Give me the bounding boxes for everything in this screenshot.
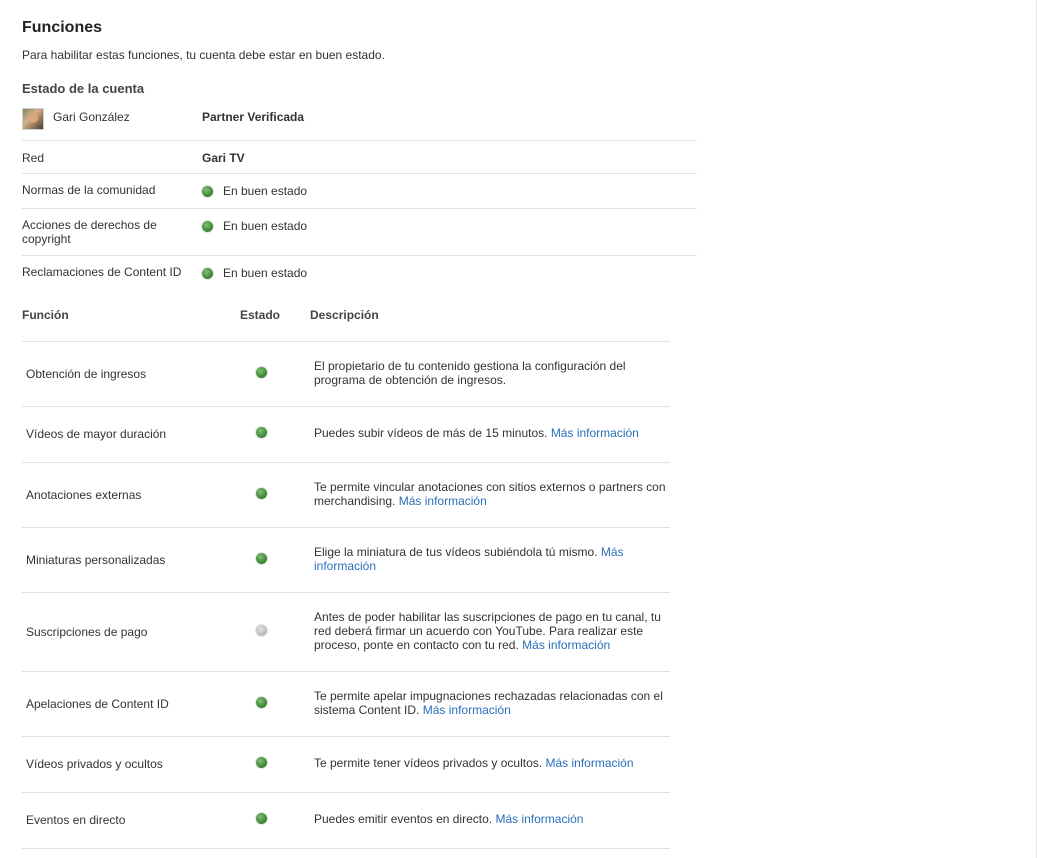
- avatar[interactable]: [22, 108, 44, 130]
- status-enabled-icon: [256, 813, 267, 824]
- feature-description-text: Puedes emitir eventos en directo.: [314, 812, 493, 826]
- feature-row: Anotaciones externas Te permite vincular …: [22, 463, 670, 528]
- column-header-description: Descripción: [310, 308, 379, 322]
- feature-row: Eventos en directo Puedes emitir eventos …: [22, 793, 670, 849]
- account-standing-row: Reclamaciones de Content ID En buen esta…: [22, 256, 697, 292]
- status-enabled-icon: [256, 488, 267, 499]
- feature-description-text: Te permite tener vídeos privados y ocult…: [314, 756, 543, 770]
- status-enabled-icon: [256, 553, 267, 564]
- community-guidelines-label: Normas de la comunidad: [22, 183, 156, 197]
- feature-row: Obtención de ingresos El propietario de t…: [22, 342, 670, 407]
- feature-description: Te permite tener vídeos privados y ocult…: [314, 756, 670, 770]
- feature-name: Anotaciones externas: [26, 488, 142, 502]
- feature-description: Antes de poder habilitar las suscripcion…: [314, 610, 670, 652]
- feature-description-text: Te permite vincular anotaciones con siti…: [314, 480, 666, 508]
- status-enabled-icon: [256, 757, 267, 768]
- status-good-icon: [202, 267, 213, 279]
- status-text: En buen estado: [223, 266, 308, 280]
- feature-description: Elige la miniatura de tus vídeos subiénd…: [314, 545, 670, 573]
- account-status-table: Gari González Partner Verificada Red Gar…: [22, 103, 697, 292]
- account-standing-row: Acciones de derechos de copyright En bue…: [22, 209, 697, 256]
- status-enabled-icon: [256, 427, 267, 438]
- more-info-link[interactable]: Más información: [522, 638, 610, 652]
- feature-description: Te permite apelar impugnaciones rechazad…: [314, 689, 670, 717]
- network-label: Red: [22, 151, 45, 165]
- feature-name: Vídeos de mayor duración: [26, 427, 167, 441]
- more-info-link[interactable]: Más información: [423, 703, 511, 717]
- network-value: Gari TV: [202, 151, 245, 165]
- status-unavailable-icon: [256, 625, 267, 636]
- more-info-link[interactable]: Más información: [545, 756, 633, 770]
- feature-row: Suscripciones de pago Antes de poder habi…: [22, 593, 670, 672]
- account-network-row: Red Gari TV: [22, 141, 697, 174]
- column-header-status: Estado: [240, 308, 281, 322]
- content-id-claims-label: Reclamaciones de Content ID: [22, 265, 182, 279]
- feature-description: Puedes subir vídeos de más de 15 minutos…: [314, 426, 670, 440]
- feature-row: Vídeos privados y ocultos Te permite tene…: [22, 737, 670, 793]
- feature-row: Vídeos de mayor duración Puedes subir víd…: [22, 407, 670, 463]
- features-table: Obtención de ingresos El propietario de t…: [22, 341, 670, 849]
- feature-row: Miniaturas personalizadas Elige la miniat…: [22, 528, 670, 593]
- more-info-link[interactable]: Más información: [399, 494, 487, 508]
- feature-description: Te permite vincular anotaciones con siti…: [314, 480, 670, 508]
- feature-name: Suscripciones de pago: [26, 625, 148, 639]
- status-good-icon: [202, 220, 213, 232]
- feature-name: Eventos en directo: [26, 813, 126, 827]
- features-page: Funciones Para habilitar estas funciones…: [0, 0, 1037, 858]
- column-header-function: Función: [22, 308, 69, 322]
- feature-name: Obtención de ingresos: [26, 367, 147, 381]
- copyright-strikes-status: En buen estado: [202, 219, 307, 233]
- status-good-icon: [202, 185, 213, 197]
- feature-description: El propietario de tu contenido gestiona …: [314, 359, 670, 387]
- feature-name: Miniaturas personalizadas: [26, 553, 166, 567]
- account-status-heading: Estado de la cuenta: [22, 81, 145, 96]
- account-standing-row: Normas de la comunidad En buen estado: [22, 174, 697, 209]
- feature-description-text: Puedes subir vídeos de más de 15 minutos…: [314, 426, 548, 440]
- status-enabled-icon: [256, 697, 267, 708]
- more-info-link[interactable]: Más información: [495, 812, 583, 826]
- page-title: Funciones: [22, 19, 103, 36]
- feature-name: Vídeos privados y ocultos: [26, 757, 163, 771]
- feature-description-text: El propietario de tu contenido gestiona …: [314, 359, 626, 387]
- feature-name: Apelaciones de Content ID: [26, 697, 169, 711]
- content-id-claims-status: En buen estado: [202, 266, 307, 280]
- more-info-link[interactable]: Más información: [551, 426, 639, 440]
- community-guidelines-status: En buen estado: [202, 184, 307, 198]
- user-name: Gari González: [53, 110, 130, 124]
- feature-description-text: Elige la miniatura de tus vídeos subiénd…: [314, 545, 598, 559]
- feature-row: Apelaciones de Content ID Te permite apel…: [22, 672, 670, 737]
- feature-description: Puedes emitir eventos en directo. Más in…: [314, 812, 670, 826]
- status-enabled-icon: [256, 367, 267, 378]
- page-subtitle: Para habilitar estas funciones, tu cuent…: [22, 48, 385, 62]
- copyright-strikes-label: Acciones de derechos de copyright: [22, 218, 157, 246]
- status-text: En buen estado: [223, 219, 308, 233]
- account-user-row: Gari González Partner Verificada: [22, 103, 697, 141]
- partner-status: Partner Verificada: [202, 110, 305, 124]
- status-text: En buen estado: [223, 184, 308, 198]
